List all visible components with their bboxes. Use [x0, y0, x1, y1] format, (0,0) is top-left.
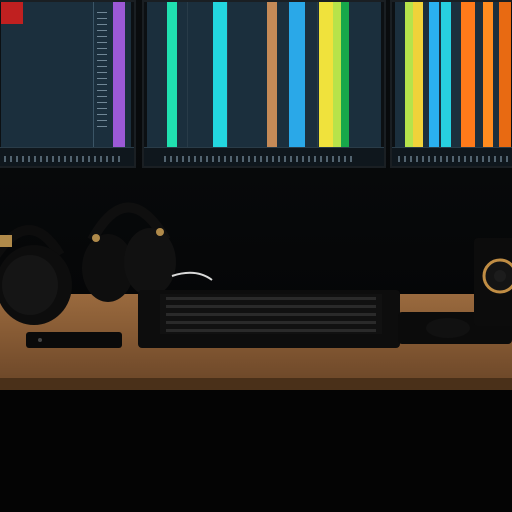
- desk-gear: [0, 202, 512, 348]
- headphones-icon: [82, 202, 176, 302]
- headphones-icon: [0, 225, 72, 325]
- desk-setup-photo: [0, 0, 512, 512]
- keyboard-icon: [138, 290, 400, 348]
- speaker-icon: [474, 238, 512, 326]
- phone-icon: [26, 332, 122, 348]
